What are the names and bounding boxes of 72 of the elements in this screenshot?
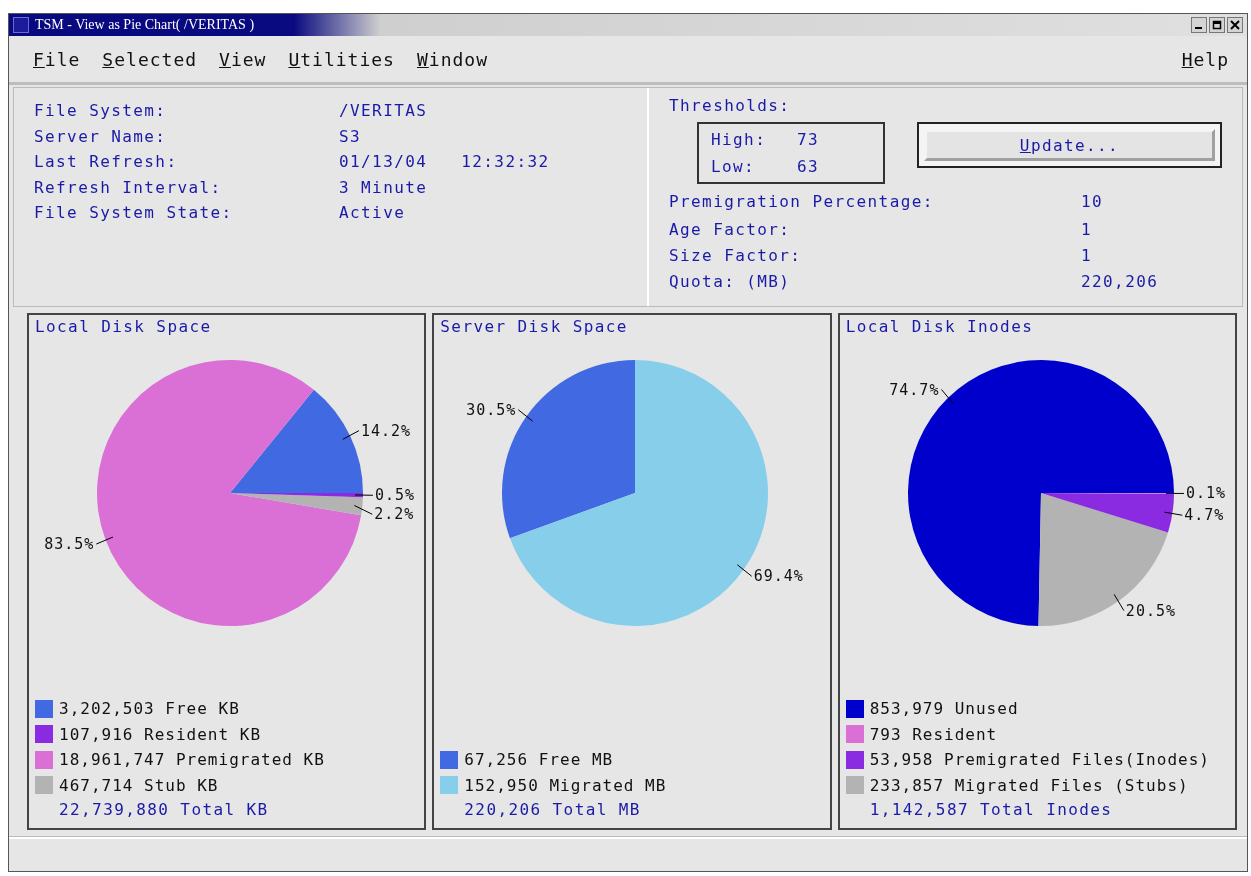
percent-label: 0.5% [375,486,416,505]
leader-line [354,494,374,496]
legend-label: 67,256 Free MB [464,750,614,770]
legend-label: 152,950 Migrated MB [464,775,667,795]
leader-line [342,430,360,440]
leader-line [1163,511,1183,516]
percent-label: 0.1% [1185,484,1226,503]
leader-line [1113,593,1124,612]
chart-title: Server Disk Space [440,317,629,338]
percent-label: 83.5% [44,535,95,554]
legend-label: 3,202,503 Free KB [59,699,240,719]
high-label: High: [711,130,768,149]
field-value: 3 Minute [339,177,428,197]
field-value: Active [339,203,406,223]
chart-title: Local Disk Space [35,317,213,338]
update-button[interactable]: Update... [924,129,1215,161]
total-label: 220,206 Total MB [464,799,642,821]
percent-label: 2.2% [374,505,415,524]
low-value: 63 [797,157,820,176]
menu-item[interactable]: File [33,48,81,70]
leader-line [353,505,373,515]
menu-item[interactable]: View [219,48,267,70]
leader-line [737,564,753,577]
percent-label: 14.2% [360,421,412,440]
menu-item[interactable]: Window [416,48,488,70]
percent-label: 30.5% [466,400,517,419]
thresholds-label: Thresholds: [669,96,792,116]
legend-label: 233,857 Migrated Files (Stubs) [869,775,1189,795]
total-label: 22,739,880 Total KB [59,799,270,821]
leader-line [940,389,954,405]
leader-line [95,536,114,545]
total-label: 1,142,587 Total Inodes [869,799,1114,821]
percent-label: 4.7% [1183,506,1225,525]
field-value: S3 [339,126,362,146]
percent-label: 74.7% [888,380,940,399]
maximize-icon[interactable] [1209,17,1225,33]
field-label: Server Name: [34,126,168,146]
help-menu[interactable]: Help [1181,48,1229,70]
setting-value: 1 [1081,219,1093,239]
legend-label: 18,961,747 Premigrated KB [59,750,325,770]
field-label: File System: [34,101,168,121]
setting-value: 10 [1081,191,1104,211]
high-value: 73 [797,130,820,149]
legend-label: 53,958 Premigrated Files(Inodes) [869,750,1210,770]
menu-item[interactable]: Utilities [288,48,395,70]
legend-label: 853,979 Unused [869,699,1019,719]
setting-label: Quota: (MB) [669,271,792,291]
menu-item[interactable]: Selected [102,48,198,70]
field-label: Refresh Interval: [34,177,223,197]
field-label: File System State: [34,203,234,223]
setting-label: Size Factor: [669,245,803,265]
field-label: Last Refresh: [34,152,179,172]
legend-label: 107,916 Resident KB [59,724,262,744]
setting-label: Age Factor: [669,219,792,239]
field-value: 12:32:32 [461,152,550,172]
setting-label: Premigration Percentage: [669,191,935,211]
low-label: Low: [711,157,757,176]
window-icon [13,17,29,33]
legend-label: 793 Resident [869,724,998,744]
field-value: /VERITAS [339,101,428,121]
leader-line [1165,492,1185,494]
window-title: TSM - View as Pie Chart( /VERITAS ) [35,17,255,33]
chart-title: Local Disk Inodes [845,317,1035,338]
field-value: 01/13/04 [339,152,428,172]
setting-value: 1 [1081,245,1093,265]
setting-value: 220,206 [1081,271,1159,291]
legend-label: 467,714 Stub KB [59,775,219,795]
leader-line [518,409,534,422]
minimize-icon[interactable] [1191,17,1207,33]
percent-label: 20.5% [1125,601,1176,620]
close-icon[interactable] [1227,17,1243,33]
percent-label: 69.4% [754,567,805,586]
